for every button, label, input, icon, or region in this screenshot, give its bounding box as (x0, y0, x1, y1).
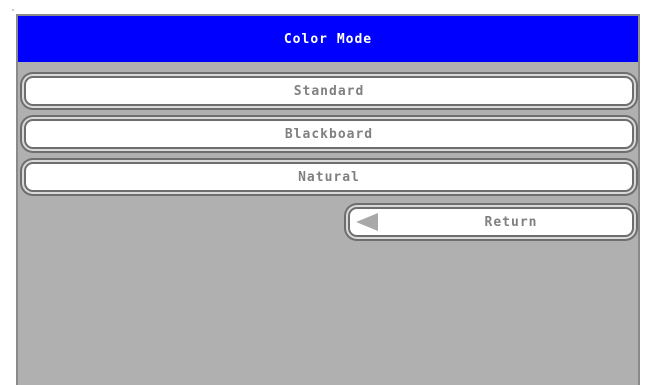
menu-title: Color Mode (18, 16, 638, 62)
standard-button[interactable]: Standard (24, 76, 634, 106)
blackboard-button[interactable]: Blackboard (24, 119, 634, 149)
left-arrow-icon (356, 213, 378, 231)
color-mode-panel: Color Mode Standard Blackboard Natural R… (16, 14, 640, 385)
return-button[interactable]: Return (348, 207, 634, 237)
corner-mark (12, 9, 14, 11)
natural-button[interactable]: Natural (24, 162, 634, 192)
return-label: Return (484, 214, 538, 230)
